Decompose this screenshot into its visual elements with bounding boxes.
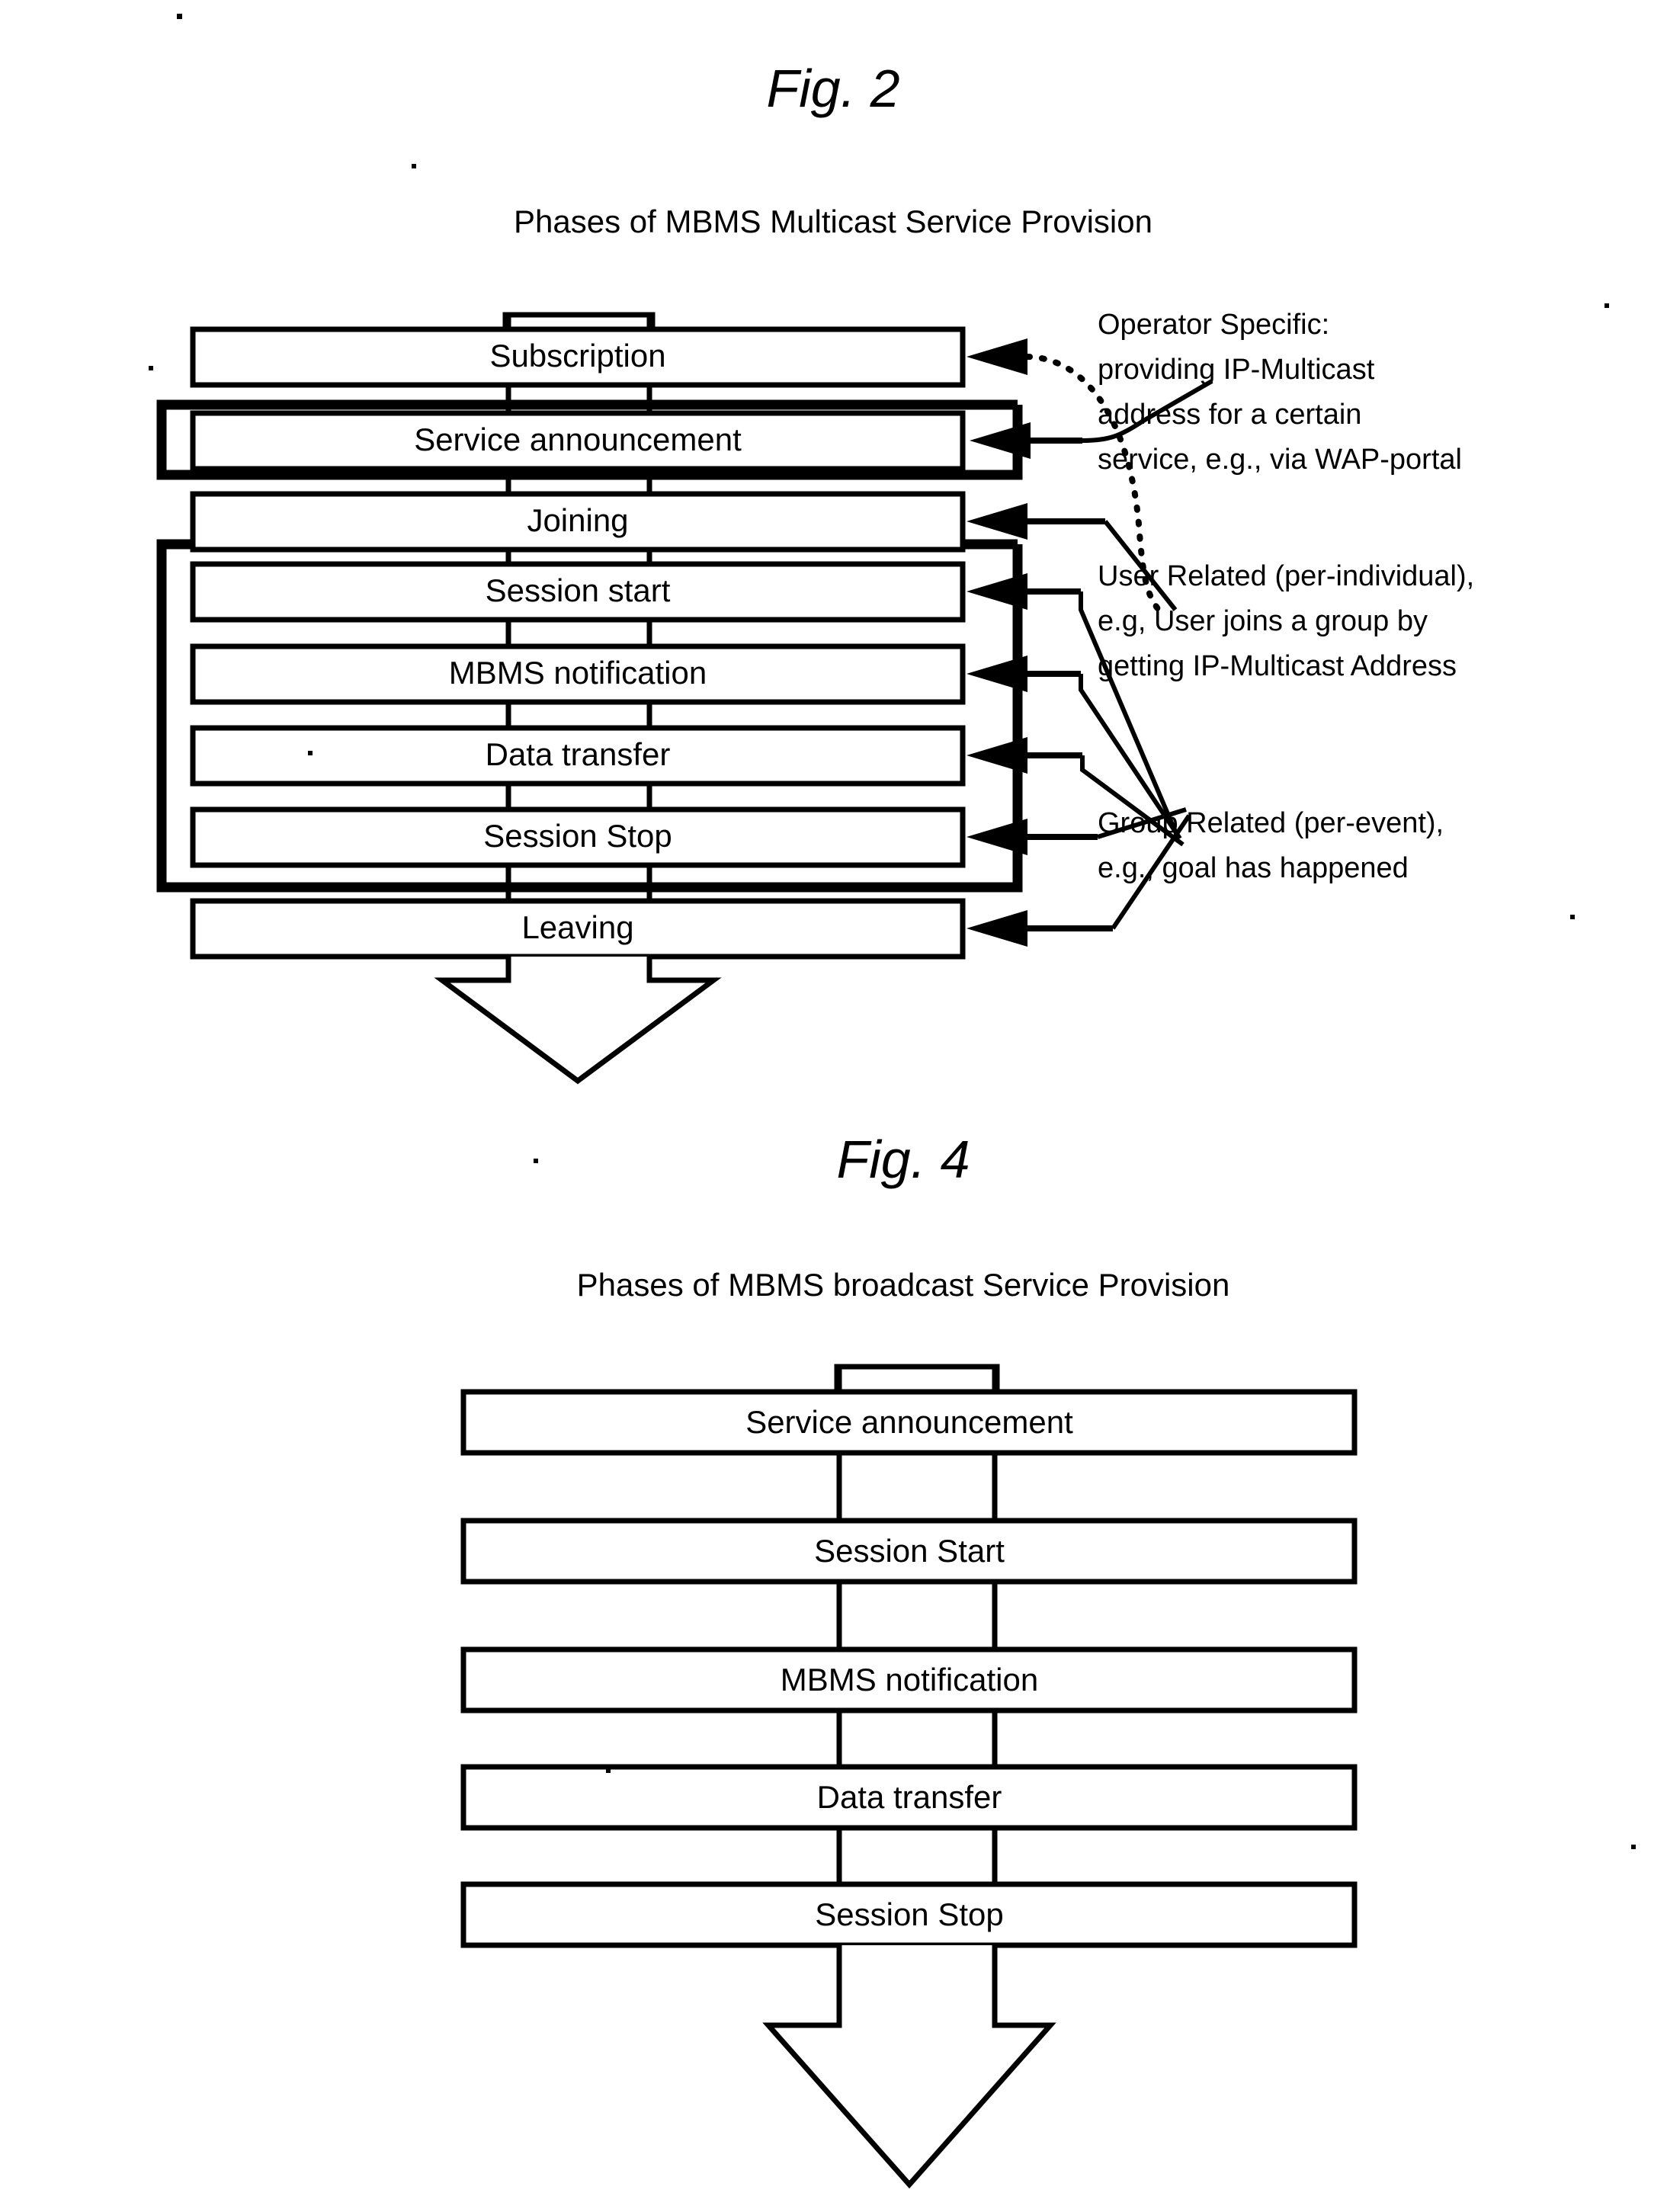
arrowhead-service-announcement [970,422,1031,459]
fig2-box-label: Joining [527,502,628,538]
fig2-flow-down-arrow [434,957,722,1085]
fig2-box-label: MBMS notification [449,655,707,691]
arrowhead-subscription [967,338,1027,375]
annot-line: e.g, User joins a group by [1098,605,1428,637]
patent-figure-page: Fig. 2 Phases of MBMS Multicast Service … [0,0,1667,2212]
fig2-box-label: Leaving [521,909,633,945]
annot-line: service, e.g., via WAP-portal [1098,444,1462,476]
annot-line: e.g., goal has happened [1098,852,1409,884]
figure-2: Fig. 2 Phases of MBMS Multicast Service … [156,59,1474,1085]
arrowhead-session-stop [967,819,1027,855]
arrowhead-data-transfer [967,737,1027,774]
fig2-box-subscription[interactable]: Subscription [190,326,966,388]
fig2-box-label: Session start [486,572,671,608]
fig2-box-session-start[interactable]: Session start [190,561,966,623]
fig2-box-mbms-notification[interactable]: MBMS notification [190,643,966,705]
annot-line: Group Related (per-event), [1098,807,1444,839]
fig4-box-label: MBMS notification [781,1662,1038,1697]
fig4-box-label: Session Start [814,1533,1005,1569]
fig4-box-service-announcement[interactable]: Service announcement [460,1389,1358,1456]
annot-line: getting IP-Multicast Address [1098,650,1457,682]
arrowhead-session-start [967,573,1027,610]
fig4-box-label: Service announcement [745,1404,1073,1440]
annot-line: providing IP-Multicast [1098,354,1375,386]
fig4-box-data-transfer[interactable]: Data transfer [460,1764,1358,1831]
fig2-box-leaving[interactable]: Leaving [190,898,966,960]
annot-line: address for a certain [1098,399,1361,431]
fig2-box-label: Data transfer [486,736,671,772]
figure-4: Fig. 4 Phases of MBMS broadcast Service … [460,1130,1358,2189]
fig2-title: Fig. 2 [766,59,899,118]
fig2-subtitle: Phases of MBMS Multicast Service Provisi… [514,204,1152,239]
fig2-box-label: Session Stop [483,818,672,854]
arrowhead-joining [967,503,1027,540]
arrowhead-leaving [967,910,1027,947]
fig4-box-label: Data transfer [817,1779,1002,1815]
arrowhead-mbms-notification [967,656,1027,692]
fig4-subtitle: Phases of MBMS broadcast Service Provisi… [577,1267,1230,1303]
annot-line: Operator Specific: [1098,309,1329,341]
fig4-box-label: Session Stop [815,1896,1004,1932]
fig2-annotation-operator-specific: Operator Specific: providing IP-Multicas… [1098,309,1462,476]
fig4-flow-down-arrow [762,1945,1056,2189]
fig2-annotation-user-related: User Related (per-individual), e.g, User… [1098,560,1474,682]
fig4-box-mbms-notification[interactable]: MBMS notification [460,1646,1358,1713]
annot-line: User Related (per-individual), [1098,560,1474,592]
fig4-box-session-start[interactable]: Session Start [460,1518,1358,1585]
fig2-annotation-group-related: Group Related (per-event), e.g., goal ha… [1098,807,1444,884]
fig4-title: Fig. 4 [836,1130,970,1189]
fig2-box-service-announcement[interactable]: Service announcement [190,410,966,472]
fig2-box-label: Service announcement [414,422,742,457]
fig2-box-label: Subscription [489,338,665,373]
fig2-box-joining[interactable]: Joining [190,491,966,553]
fig2-box-session-stop[interactable]: Session Stop [190,806,966,868]
fig2-annotation-arrows [967,338,1113,947]
figure-canvas: Fig. 2 Phases of MBMS Multicast Service … [149,14,1636,2189]
fig4-box-session-stop[interactable]: Session Stop [460,1881,1358,1948]
fig2-box-data-transfer[interactable]: Data transfer [190,725,966,787]
